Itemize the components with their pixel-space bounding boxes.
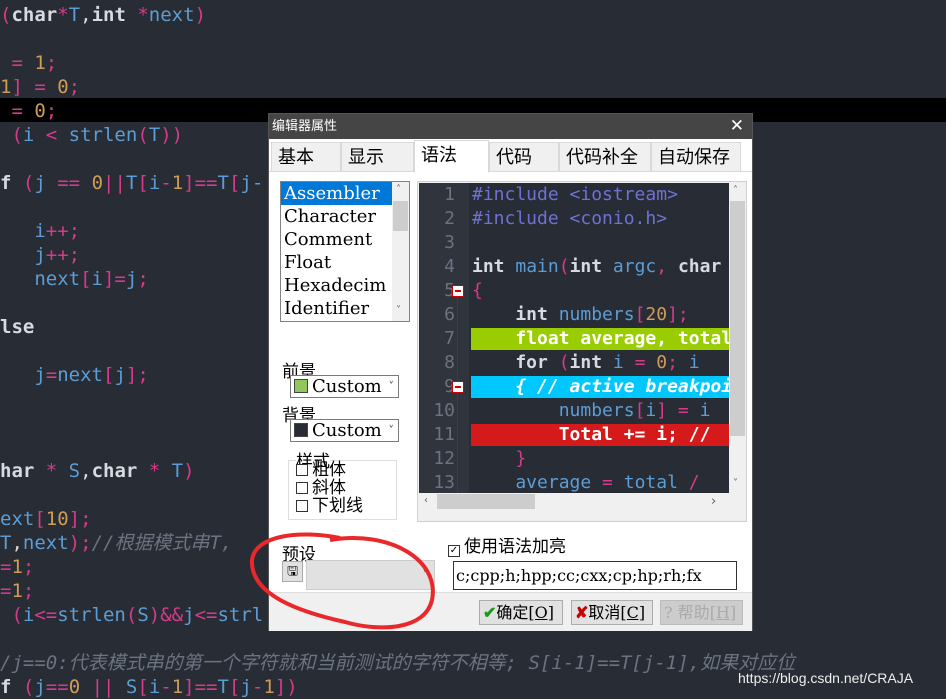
red-annotation-circle: [249, 532, 435, 630]
watermark: https://blog.csdn.net/CRAJA: [738, 670, 914, 686]
